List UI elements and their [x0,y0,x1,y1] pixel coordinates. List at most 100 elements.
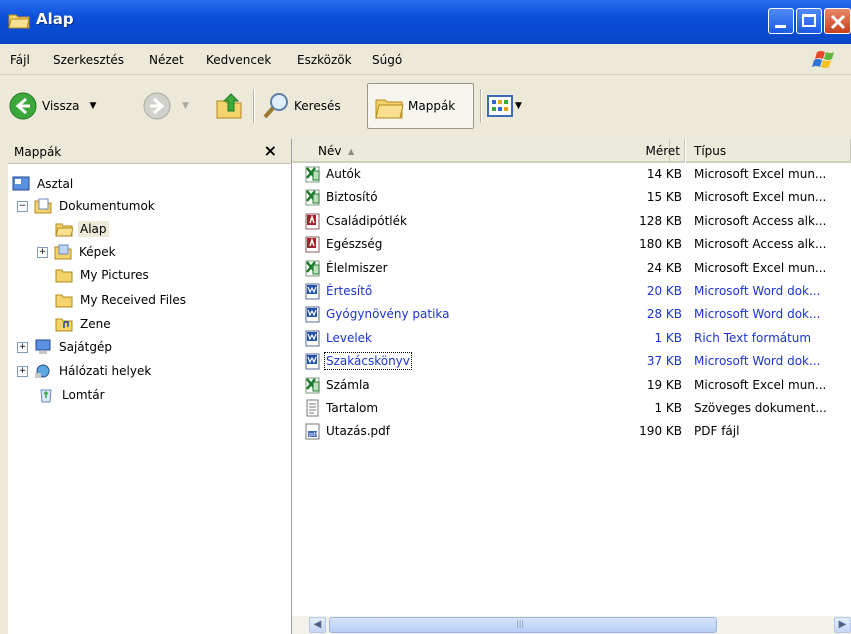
scroll-thumb[interactable]: ||| [329,617,717,633]
table-row[interactable]: Autók 14 KB Microsoft Excel mun... [292,163,851,186]
window-border [0,139,8,634]
tree-item-zene[interactable]: Zene [55,313,113,335]
excel-icon [305,166,320,183]
table-row[interactable]: Biztosító 15 KB Microsoft Excel mun... [292,186,851,209]
menu-favorites[interactable]: Kedvencek [206,53,271,67]
sort-ascending-icon: ▲ [348,147,355,156]
desktop-icon [12,176,30,191]
horizontal-scrollbar[interactable]: ◀ ||| ▶ [292,616,851,634]
file-name: Egészség [326,237,383,252]
file-name: Élelmiszer [326,260,388,275]
tree-item-my-computer[interactable]: + Sajátgép [17,336,114,358]
toolbar-separator [480,89,482,123]
expand-icon[interactable]: + [17,341,28,353]
table-row[interactable]: Gyógynövény patika 28 KB Microsoft Word do… [292,303,851,326]
folder-pane: Mappák × Asztal − Dokumentumok Alap + Ké… [8,139,292,634]
tree-item-alap[interactable]: Alap [55,218,109,240]
table-row[interactable]: Tartalom 1 KB Szöveges dokument... [292,397,851,420]
search-button[interactable]: Keresés [262,87,341,125]
menu-tools[interactable]: Eszközök [297,53,352,67]
tree-item-documents[interactable]: − Dokumentumok [17,195,157,217]
access-icon [305,213,320,230]
tree-item-label: Alap [78,221,109,237]
back-dropdown-icon[interactable]: ▼ [89,101,96,111]
menu-help[interactable]: Súgó [372,53,402,67]
forward-arrow-icon [143,92,171,120]
folder-open-icon [55,223,73,237]
file-size: 19 KB [646,377,682,392]
up-folder-button[interactable] [214,87,244,125]
minimize-button[interactable] [768,8,794,34]
tree-item-my-received-files[interactable]: My Received Files [55,289,188,311]
views-button[interactable]: ▼ [487,87,522,125]
table-row[interactable]: Értesítő 20 KB Microsoft Word dok... [292,280,851,303]
toolbar: Vissza ▼ ▼ Keresés Mappák ▼ [0,75,851,140]
folder-pane-header: Mappák × [8,139,291,164]
table-row[interactable]: Szakácskönyv 37 KB Microsoft Word dok... [292,350,851,373]
tree-item-my-pictures[interactable]: My Pictures [55,264,151,286]
file-type: Microsoft Excel mun... [694,190,827,205]
tree-item-label: My Received Files [80,293,187,307]
close-button[interactable] [824,8,851,34]
table-row[interactable]: Számla 19 KB Microsoft Excel mun... [292,374,851,397]
table-row[interactable]: Levelek 1 KB Rich Text formátum [292,327,851,350]
file-type: Szöveges dokument... [694,401,827,415]
expand-icon[interactable]: + [37,246,48,258]
back-arrow-icon [9,92,37,120]
column-type-label: Típus [694,144,727,158]
file-size: 24 KB [646,260,682,275]
back-button[interactable]: Vissza ▼ [8,87,96,125]
recycle-bin-icon [40,389,52,403]
tree-item-desktop[interactable]: Asztal [12,173,75,195]
file-size: 28 KB [646,307,682,322]
title-bar[interactable]: Alap [0,0,851,44]
column-header-size[interactable]: Méret [590,139,686,163]
pictures-folder-icon [54,244,72,260]
tree-item-kepek[interactable]: + Képek [37,241,118,263]
forward-dropdown-icon[interactable]: ▼ [182,101,189,111]
tree-item-label: Dokumentumok [59,199,155,213]
folder-icon [55,269,73,283]
toolbar-separator [253,89,255,123]
tree-item-label: Képek [79,245,116,259]
file-size: 128 KB [639,213,682,228]
close-pane-icon[interactable]: × [264,141,277,160]
scroll-left-button[interactable]: ◀ [309,617,326,633]
file-size: 14 KB [646,167,682,181]
word-icon [305,330,320,347]
table-row[interactable]: pdf Utazás.pdf 190 KB PDF fájl [292,420,851,443]
file-name: Utazás.pdf [326,424,391,439]
table-row[interactable]: Élelmiszer 24 KB Microsoft Excel mun... [292,257,851,280]
table-row[interactable]: Családipótlék 128 KB Microsoft Access alk.… [292,210,851,233]
windows-logo-icon [812,51,834,68]
file-name: Tartalom [326,401,379,415]
scroll-right-button[interactable]: ▶ [834,617,851,633]
views-icon [487,95,513,117]
forward-button[interactable]: ▼ [142,87,189,125]
folder-pane-title: Mappák [14,145,62,159]
music-folder-icon [55,318,73,332]
tree-item-recycle-bin[interactable]: Lomtár [37,384,107,406]
column-size-label: Méret [645,144,681,158]
column-header-type[interactable]: Típus [686,139,851,163]
maximize-button[interactable] [796,8,822,34]
excel-icon [305,377,320,394]
folders-button[interactable]: Mappák [367,83,474,129]
file-type: Microsoft Excel mun... [694,167,827,181]
folders-label: Mappák [408,99,456,113]
scroll-grip-icon: ||| [516,619,525,628]
views-dropdown-icon[interactable]: ▼ [515,101,522,111]
collapse-icon[interactable]: − [17,200,28,212]
documents-folder-icon [34,198,52,214]
tree-item-network[interactable]: + Hálózati helyek [17,360,153,382]
tree-item-label: Sajátgép [59,340,112,354]
back-label: Vissza [42,99,80,113]
menu-edit[interactable]: Szerkesztés [53,53,124,67]
menu-view[interactable]: Nézet [149,53,184,67]
file-name: Biztosító [326,190,378,205]
menu-file[interactable]: Fájl [10,53,30,67]
table-row[interactable]: Egészség 180 KB Microsoft Access alk... [292,233,851,256]
expand-icon[interactable]: + [17,365,28,377]
column-name-label: Név [318,144,342,158]
search-label: Keresés [294,99,341,113]
